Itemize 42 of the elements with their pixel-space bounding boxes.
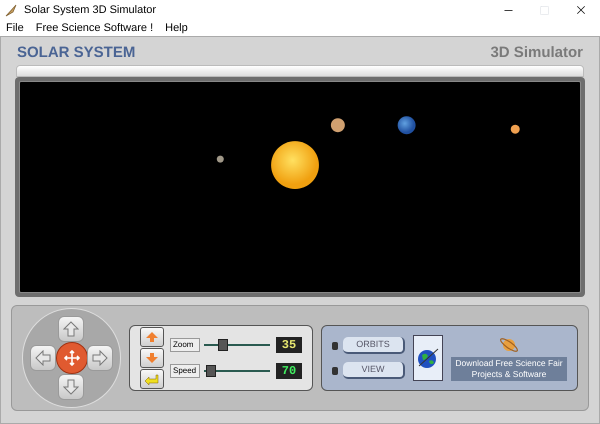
- arrow-icon: [92, 350, 108, 366]
- globe-icon: [416, 346, 440, 370]
- menu-item[interactable]: Help: [165, 20, 188, 36]
- arrow-icon: [63, 321, 80, 338]
- right-arrow-button[interactable]: [86, 344, 113, 371]
- planet: [510, 124, 520, 134]
- menu-item[interactable]: File: [6, 20, 24, 36]
- move-icon: [64, 350, 80, 366]
- globe-button[interactable]: [413, 335, 443, 381]
- slider-readout: 35: [276, 337, 302, 353]
- menu-item[interactable]: Free Science Software !: [36, 20, 154, 36]
- indicator-light: [332, 366, 338, 374]
- planet: [330, 118, 345, 132]
- left-arrow-button[interactable]: [30, 344, 56, 371]
- option-button[interactable]: ORBITS: [343, 337, 405, 354]
- planet-icon: [498, 336, 520, 354]
- promo-link[interactable]: Download Free Science Fair Projects & Software: [451, 356, 567, 380]
- down-arrow-icon: [145, 352, 159, 364]
- slider-label: Speed: [170, 364, 200, 378]
- planet: [216, 156, 224, 163]
- app-title: SOLAR SYSTEM: [17, 42, 136, 63]
- down-arrow-button[interactable]: [58, 374, 84, 400]
- slider-readout: 70: [276, 363, 302, 379]
- option-button[interactable]: VIEW: [343, 362, 405, 379]
- slider-thumb[interactable]: [218, 339, 228, 351]
- quill-icon: [4, 3, 18, 17]
- up-arrow-button[interactable]: [58, 316, 84, 342]
- return-button[interactable]: [140, 369, 164, 389]
- up-arrow-icon: [145, 331, 159, 343]
- slider-label: Zoom: [170, 338, 200, 352]
- slider-thumb[interactable]: [206, 365, 216, 377]
- indicator-light: [332, 342, 338, 350]
- arrow-icon: [63, 378, 80, 395]
- window-title: Solar System 3D Simulator: [24, 2, 156, 18]
- arrow-icon: [35, 350, 52, 366]
- sun: [271, 141, 319, 189]
- return-arrow-icon: [144, 373, 160, 385]
- earth: [398, 116, 416, 134]
- up-button[interactable]: [140, 327, 164, 347]
- down-button[interactable]: [140, 348, 164, 368]
- move-button[interactable]: [56, 342, 88, 374]
- app-subtitle: 3D Simulator: [490, 42, 583, 63]
